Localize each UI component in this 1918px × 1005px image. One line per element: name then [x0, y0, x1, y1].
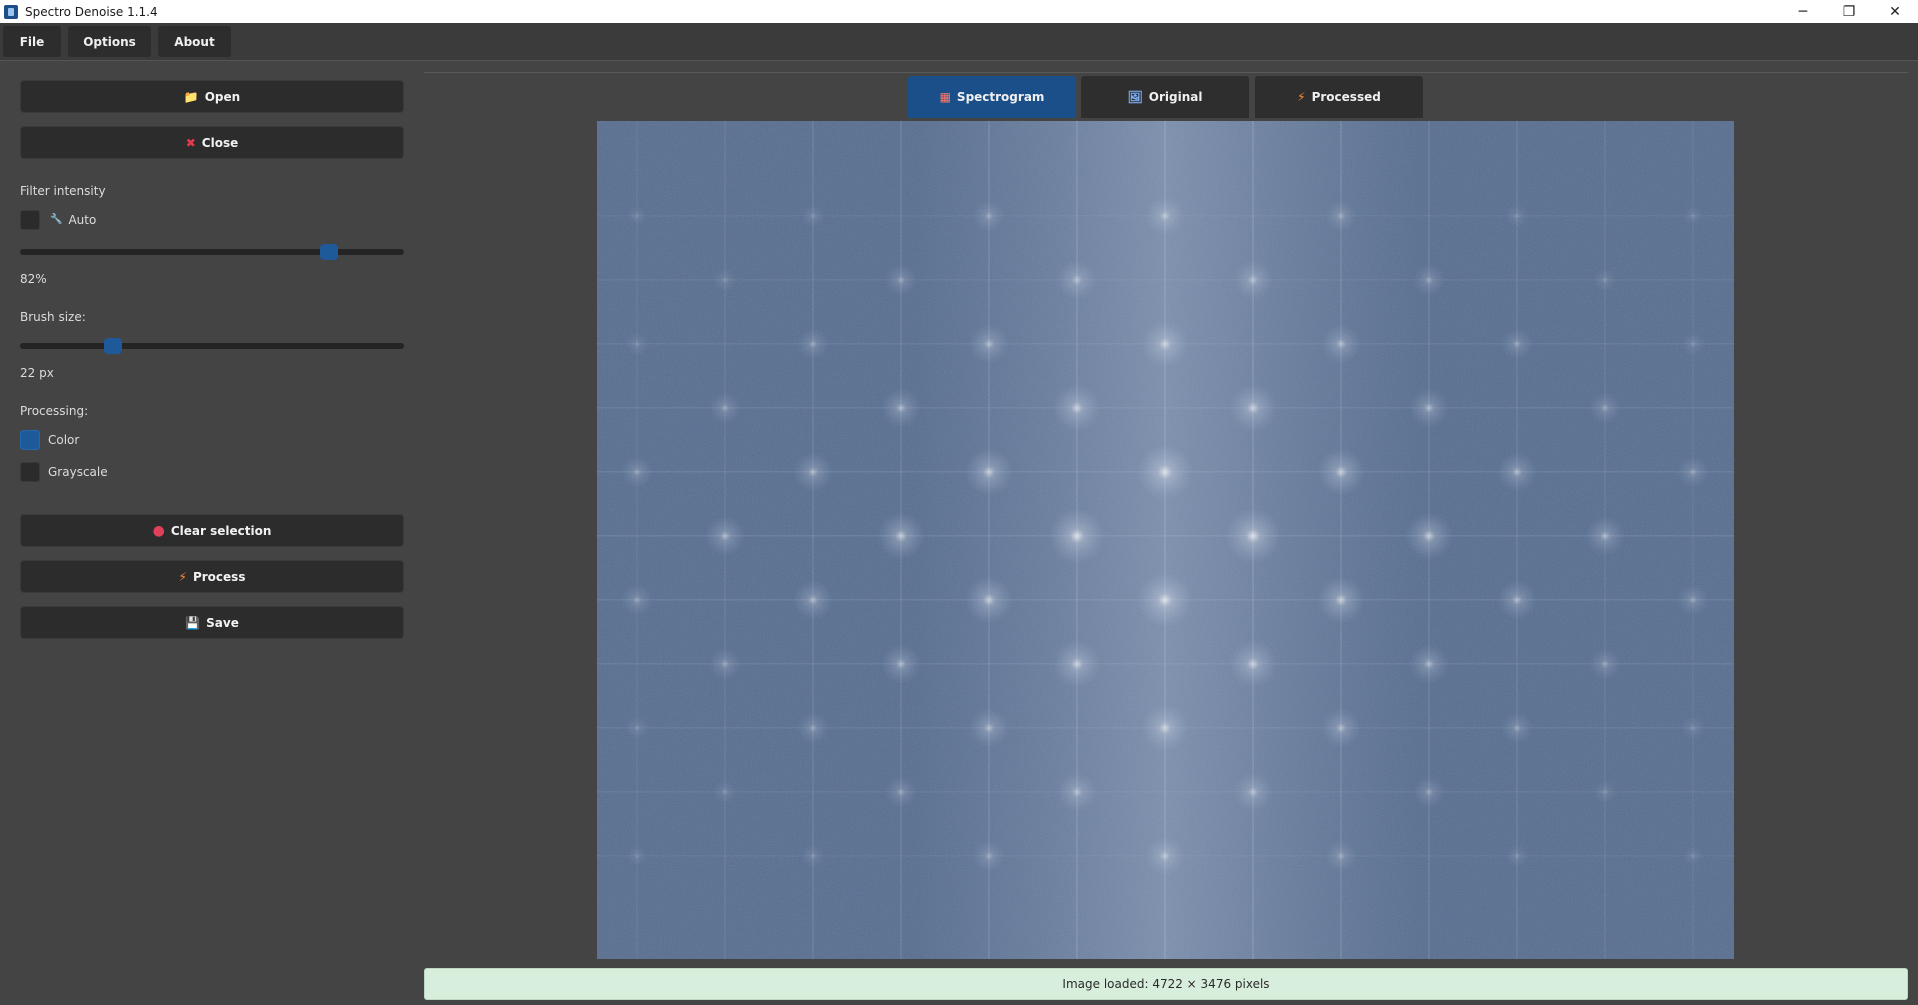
- grayscale-checkbox[interactable]: [20, 462, 40, 482]
- clear-selection-button[interactable]: ● Clear selection: [20, 514, 404, 547]
- minimize-button[interactable]: ─: [1780, 0, 1826, 23]
- color-checkbox[interactable]: [20, 430, 40, 450]
- tab-processed-label: Processed: [1311, 90, 1381, 104]
- status-bar: Image loaded: 4722 × 3476 pixels: [424, 968, 1908, 1000]
- window-controls: ─ ❐ ✕: [1780, 0, 1918, 23]
- spectrum-icon: ▦: [939, 90, 951, 104]
- auto-option: 🔧 Auto: [50, 213, 96, 227]
- floppy-icon: 💾: [185, 615, 201, 630]
- folder-icon: 📁: [183, 89, 199, 104]
- spectrogram-image: [597, 121, 1734, 959]
- open-button-label: Open: [204, 89, 241, 104]
- brush-size-slider-handle[interactable]: [104, 338, 122, 354]
- open-button[interactable]: 📁 Open: [20, 80, 404, 113]
- brush-size-slider[interactable]: [20, 338, 404, 354]
- image-icon: 🖼: [1127, 90, 1143, 104]
- menu-options[interactable]: Options: [68, 26, 151, 57]
- close-button[interactable]: ✖ Close: [20, 126, 404, 159]
- processing-label: Processing:: [20, 404, 89, 418]
- filter-intensity-label: Filter intensity: [20, 184, 106, 198]
- menu-bar: File Options About: [0, 23, 1918, 60]
- content-divider: [424, 72, 1908, 73]
- process-button[interactable]: ⚡ Process: [20, 560, 404, 593]
- maximize-button[interactable]: ❐: [1826, 0, 1872, 23]
- close-window-button[interactable]: ✕: [1872, 0, 1918, 23]
- title-bar: Spectro Denoise 1.1.4 ─ ❐ ✕: [0, 0, 1918, 23]
- grayscale-option-label: Grayscale: [48, 465, 108, 479]
- filter-intensity-slider-handle[interactable]: [320, 244, 338, 260]
- close-button-label: Close: [201, 135, 239, 150]
- process-button-label: Process: [192, 569, 246, 584]
- brush-size-value: 22 px: [20, 366, 54, 380]
- filter-intensity-value: 82%: [20, 272, 47, 286]
- lightning-icon: ⚡: [178, 569, 187, 584]
- lightning-icon: ⚡: [1297, 90, 1306, 104]
- spectrogram-canvas[interactable]: [597, 121, 1734, 959]
- window-title: Spectro Denoise 1.1.4: [25, 4, 158, 19]
- filter-intensity-slider[interactable]: [20, 244, 404, 260]
- tab-processed[interactable]: ⚡ Processed: [1255, 76, 1423, 118]
- tab-original-label: Original: [1148, 90, 1203, 104]
- red-dot-icon: ●: [152, 522, 165, 539]
- auto-label: Auto: [68, 213, 97, 227]
- menu-file[interactable]: File: [3, 26, 61, 57]
- menu-about[interactable]: About: [158, 26, 231, 57]
- close-icon: ✖: [185, 135, 196, 150]
- save-button[interactable]: 💾 Save: [20, 606, 404, 639]
- color-option-label: Color: [48, 433, 80, 447]
- tab-spectrogram-label: Spectrogram: [956, 90, 1045, 104]
- menu-divider: [0, 60, 1918, 61]
- wand-icon: 🔧: [50, 214, 63, 225]
- brush-size-label: Brush size:: [20, 310, 86, 324]
- app-icon: [4, 4, 18, 19]
- tab-original[interactable]: 🖼 Original: [1081, 76, 1249, 118]
- tab-spectrogram[interactable]: ▦ Spectrogram: [908, 76, 1076, 118]
- save-button-label: Save: [206, 615, 239, 630]
- clear-selection-label: Clear selection: [170, 523, 272, 538]
- auto-checkbox[interactable]: [20, 210, 40, 230]
